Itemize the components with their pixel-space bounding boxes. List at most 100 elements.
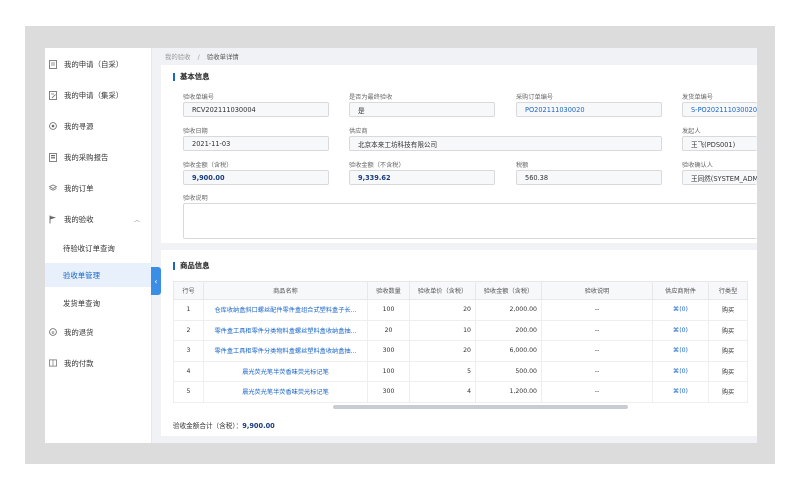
sidebar-subitem-receipt-management[interactable]: 验收单管理: [45, 263, 152, 287]
sidebar-item-my-request-central[interactable]: 我的申请（集采）: [45, 83, 152, 107]
date-field: 2021-11-03: [183, 136, 329, 151]
amount-tax-field: 9,900.00: [183, 170, 329, 185]
attachment-link[interactable]: ⌘(0): [652, 319, 709, 341]
sidebar-subitem-shipment-query[interactable]: 发货单查询: [45, 291, 152, 315]
is-final-label: 是否为最终验收: [349, 94, 393, 101]
cell-type: 购买: [708, 381, 748, 403]
remark-field: [183, 203, 757, 239]
sidebar-item-label: 我的寻源: [64, 121, 94, 131]
sidebar-item-my-request-self[interactable]: 我的申请（自采）: [45, 52, 152, 76]
cell-qty: 20: [367, 319, 410, 341]
sidebar-item-label: 我的申请（集采）: [64, 90, 124, 100]
sidebar-item-my-acceptance[interactable]: 我的验收 ︿: [45, 207, 152, 231]
attachment-link[interactable]: ⌘(0): [652, 381, 709, 403]
svg-text:e: e: [51, 330, 54, 336]
total-value: 9,900.00: [242, 422, 275, 430]
supplier-field: 北京本来工坊科技有限公司: [349, 136, 662, 151]
breadcrumb-separator: /: [197, 53, 200, 61]
sidebar-item-my-payments[interactable]: 我的付款: [45, 351, 152, 375]
product-name-link[interactable]: 仓库收纳盒斜口螺丝配件零件盒组合式塑料盒子长...: [203, 299, 368, 321]
sidebar-item-my-returns[interactable]: e 我的退货: [45, 320, 152, 344]
total-label: 验收金额合计（含税）：: [173, 422, 243, 430]
sidebar-subitem-pending-orders[interactable]: 待验收订单查询: [45, 236, 152, 260]
product-name-link[interactable]: 零件盒工具柜零件分类物料盒螺丝塑料盒收纳盒抽...: [203, 319, 368, 341]
receipt-no-label: 验收单编号: [183, 94, 214, 101]
table-row: 1 仓库收纳盒斜口螺丝配件零件盒组合式塑料盒子长... 100 20 2,000…: [173, 299, 748, 321]
cell-no: 2: [173, 319, 204, 341]
col-header-type: 行类型: [708, 281, 748, 300]
cell-type: 购买: [708, 360, 748, 382]
remark-label: 验收说明: [183, 195, 208, 202]
basic-info-card: 基本信息 验收单编号 RCV202111030004 是否为最终验收 是 采购订…: [161, 65, 757, 243]
table-row: 4 晨光荧光笔半荧香味荧光标记笔 100 5 500.00 -- ⌘(0) 购买: [173, 360, 748, 382]
confirmer-field: 王同然(SYSTEM_ADMIN): [682, 170, 757, 185]
cell-qty: 100: [367, 299, 410, 321]
target-icon: [49, 122, 57, 130]
cell-qty: 300: [367, 381, 410, 403]
cell-amount: 2,000.00: [475, 299, 542, 321]
layers-icon: [49, 184, 57, 192]
product-name-link[interactable]: 零件盒工具柜零件分类物料盒螺丝塑料盒收纳盒抽...: [203, 340, 368, 362]
sidebar-item-label: 我的订单: [64, 183, 94, 193]
cell-amount: 1,200.00: [475, 381, 542, 403]
table-header-row: 行号 商品名称 验收数量 验收单价（含税） 验收金额（含税） 验收说明 供应商附…: [173, 281, 748, 300]
cell-amount: 6,000.00: [475, 340, 542, 362]
payment-icon: [49, 359, 57, 367]
attachment-link[interactable]: ⌘(0): [652, 360, 709, 382]
ship-no-link[interactable]: S-PO202111030020: [682, 102, 757, 117]
sidebar: 我的申请（自采） 我的申请（集采） 我的寻源 我的采购报告 我的订单 我的验收 …: [45, 48, 152, 443]
col-header-qty: 验收数量: [367, 281, 410, 300]
sidebar-subitem-label: 发货单查询: [63, 298, 100, 308]
breadcrumb: 我的验收 / 验收单详情: [165, 52, 239, 61]
sidebar-item-label: 我的验收: [64, 214, 94, 224]
cell-no: 5: [173, 381, 204, 403]
table-row: 3 零件盒工具柜零件分类物料盒螺丝塑料盒收纳盒抽... 300 20 6,000…: [173, 340, 748, 362]
cell-amount: 200.00: [475, 319, 542, 341]
section-title-goods: 商品信息: [173, 262, 210, 270]
goods-info-card: 商品信息 行号 商品名称 验收数量 验收单价（含税） 验收金额（含税） 验收说明…: [161, 250, 757, 436]
cell-no: 4: [173, 360, 204, 382]
attachment-count: (0): [679, 306, 688, 314]
cell-remark: --: [541, 340, 653, 362]
tax-field: 560.38: [516, 170, 662, 185]
return-icon: e: [49, 328, 57, 336]
document-icon: [49, 59, 57, 69]
sidebar-item-label: 我的采购报告: [64, 152, 109, 162]
po-no-label: 采购订单编号: [516, 94, 554, 101]
amount-notax-label: 验收金额（不含税）: [349, 162, 405, 169]
po-no-link[interactable]: PO202111030020: [516, 102, 662, 117]
sidebar-collapse-button[interactable]: ‹: [151, 267, 161, 295]
receipt-no-field: RCV202111030004: [183, 102, 329, 117]
sidebar-item-my-purchase-report[interactable]: 我的采购报告: [45, 145, 152, 169]
app-window: 我的申请（自采） 我的申请（集采） 我的寻源 我的采购报告 我的订单 我的验收 …: [45, 48, 757, 443]
cell-remark: --: [541, 360, 653, 382]
supplier-label: 供应商: [349, 128, 368, 135]
breadcrumb-current: 验收单详情: [206, 53, 239, 61]
sidebar-item-my-sourcing[interactable]: 我的寻源: [45, 114, 152, 138]
chevron-left-icon: ‹: [154, 276, 158, 286]
col-header-attachment: 供应商附件: [652, 281, 709, 300]
attachment-link[interactable]: ⌘(0): [652, 340, 709, 362]
cell-price: 20: [409, 340, 476, 362]
initiator-field: 王飞(PDS001): [682, 136, 757, 151]
sidebar-item-my-orders[interactable]: 我的订单: [45, 176, 152, 200]
cell-qty: 100: [367, 360, 410, 382]
breadcrumb-parent[interactable]: 我的验收: [165, 53, 191, 61]
cell-amount: 500.00: [475, 360, 542, 382]
product-name-link[interactable]: 晨光荧光笔半荧香味荧光标记笔: [203, 381, 368, 403]
initiator-label: 发起人: [682, 128, 701, 135]
cell-no: 3: [173, 340, 204, 362]
chevron-up-icon: ︿: [133, 216, 140, 224]
attachment-count: (0): [679, 367, 688, 375]
product-name-link[interactable]: 晨光荧光笔半荧香味荧光标记笔: [203, 360, 368, 382]
cell-qty: 300: [367, 340, 410, 362]
attachment-link[interactable]: ⌘(0): [652, 299, 709, 321]
table-row: 2 零件盒工具柜零件分类物料盒螺丝塑料盒收纳盒抽... 20 10 200.00…: [173, 319, 748, 341]
col-header-price: 验收单价（含税）: [409, 281, 476, 300]
attachment-count: (0): [679, 347, 688, 355]
attachment-count: (0): [679, 326, 688, 334]
table-horizontal-scrollbar[interactable]: [333, 405, 628, 409]
attachment-count: (0): [679, 388, 688, 396]
sidebar-subitem-label: 待验收订单查询: [63, 243, 115, 253]
sidebar-item-label: 我的退货: [64, 327, 94, 337]
